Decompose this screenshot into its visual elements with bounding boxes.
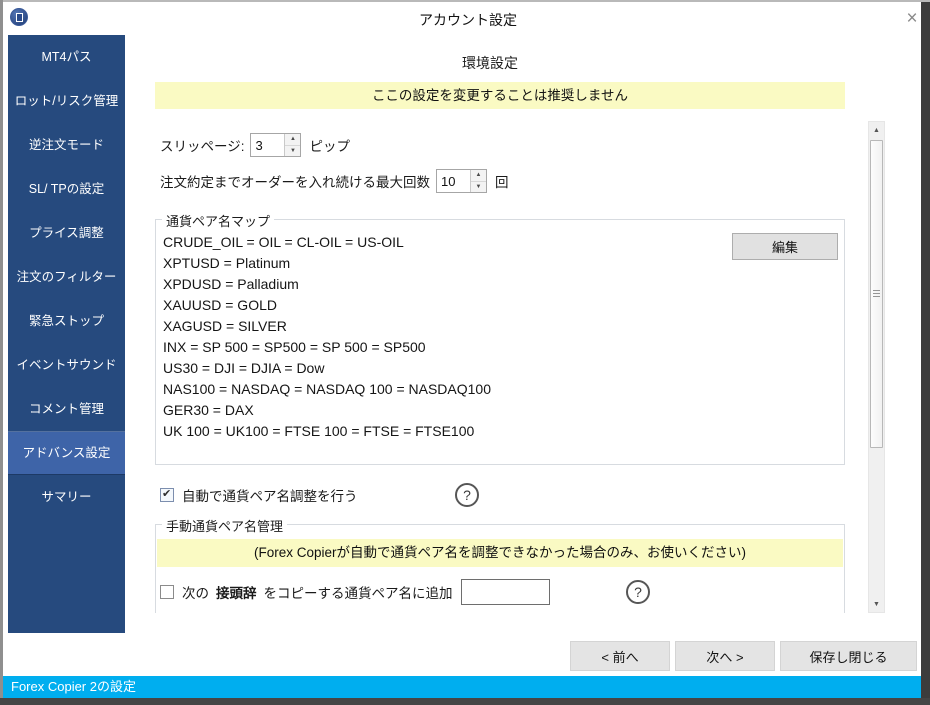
window-border-bottom — [0, 698, 930, 705]
account-settings-dialog: アカウント設定 × MT4パス ロット/リスク管理 逆注文モード SL/ TPの… — [0, 0, 930, 705]
previous-button[interactable]: < 前へ — [570, 641, 670, 671]
max-attempts-row: 注文約定までオーダーを入れ続ける最大回数 ▲ ▼ 回 — [160, 169, 509, 193]
pair-map-entry: INX = SP 500 = SP500 = SP 500 = SP500 — [163, 339, 426, 355]
manual-pair-note: (Forex Copierが自動で通貨ペア名を調整できなかった場合のみ、お使いく… — [157, 539, 843, 567]
pair-map-groupbox: 通貨ペア名マップ CRUDE_OIL = OIL = CL-OIL = US-O… — [155, 211, 845, 465]
auto-adjust-label: 自動で通貨ペア名調整を行う — [182, 488, 358, 504]
manual-pair-title: 手動通貨ペア名管理 — [162, 516, 288, 535]
slippage-down-icon[interactable]: ▼ — [285, 145, 301, 156]
slippage-label: スリッページ: — [160, 139, 245, 154]
scroll-down-icon[interactable]: ▼ — [869, 596, 884, 612]
warning-banner: ここの設定を変更することは推奨しません — [155, 82, 845, 109]
pair-map-entry: XPDUSD = Palladium — [163, 276, 299, 292]
section-heading: 環境設定 — [462, 55, 518, 71]
pair-map-entry: XAUUSD = GOLD — [163, 297, 277, 313]
slippage-unit: ピップ — [309, 139, 350, 154]
sidebar-item-mt4-path[interactable]: MT4パス — [8, 35, 125, 79]
slippage-row: スリッページ: ▲ ▼ ピップ — [160, 133, 350, 157]
sidebar-item-comment-mgmt[interactable]: コメント管理 — [8, 387, 125, 431]
sidebar-item-order-filter[interactable]: 注文のフィルター — [8, 255, 125, 299]
pair-map-entry: CRUDE_OIL = OIL = CL-OIL = US-OIL — [163, 234, 404, 250]
prefix-row: 次の 接頭辞 をコピーする通貨ペア名に追加 — [160, 578, 550, 606]
sidebar-item-summary[interactable]: サマリー — [8, 475, 125, 519]
window-border-left — [0, 0, 3, 705]
auto-adjust-checkbox[interactable] — [160, 487, 174, 502]
max-attempts-input[interactable] — [437, 170, 470, 192]
slippage-stepper: ▲ ▼ — [250, 133, 302, 157]
scrollbar-grip — [873, 290, 880, 297]
prefix-label-bold: 接頭辞 — [216, 586, 257, 601]
prefix-label-after: をコピーする通貨ペア名に追加 — [263, 586, 453, 601]
sidebar-item-lot-risk[interactable]: ロット/リスク管理 — [8, 79, 125, 123]
max-attempts-down-icon[interactable]: ▼ — [471, 181, 486, 192]
pair-map-entry: NAS100 = NASDAQ = NASDAQ 100 = NASDAQ100 — [163, 381, 491, 397]
window-border-right — [921, 2, 930, 705]
settings-sidebar: MT4パス ロット/リスク管理 逆注文モード SL/ TPの設定 プライス調整 … — [8, 35, 125, 633]
pair-map-list: CRUDE_OIL = OIL = CL-OIL = US-OIL XPTUSD… — [163, 232, 491, 442]
sidebar-item-advanced-settings[interactable]: アドバンス設定 — [8, 431, 125, 475]
prefix-label-before: 次の — [182, 586, 209, 601]
save-close-button[interactable]: 保存し閉じる — [780, 641, 917, 671]
dialog-title: アカウント設定 — [419, 12, 517, 28]
pair-map-entry: XAGUSD = SILVER — [163, 318, 287, 334]
window-border-top — [0, 0, 930, 2]
sidebar-item-emergency-stop[interactable]: 緊急ストップ — [8, 299, 125, 343]
max-attempts-label: 注文約定までオーダーを入れ続ける最大回数 — [160, 175, 430, 190]
edit-button[interactable]: 編集 — [732, 233, 838, 260]
sidebar-item-event-sound[interactable]: イベントサウンド — [8, 343, 125, 387]
auto-adjust-help-icon[interactable]: ? — [455, 483, 479, 507]
slippage-input[interactable] — [251, 134, 285, 156]
max-attempts-unit: 回 — [495, 175, 509, 190]
title-bar: アカウント設定 × — [3, 2, 921, 35]
pair-map-entry: US30 = DJI = DJIA = Dow — [163, 360, 325, 376]
scrollbar-thumb[interactable] — [870, 140, 883, 448]
max-attempts-stepper: ▲ ▼ — [436, 169, 487, 193]
sidebar-item-price-adjust[interactable]: プライス調整 — [8, 211, 125, 255]
prefix-input[interactable] — [460, 579, 550, 605]
max-attempts-up-icon[interactable]: ▲ — [471, 170, 486, 182]
auto-adjust-row: 自動で通貨ペア名調整を行う — [160, 482, 358, 507]
sidebar-item-sl-tp[interactable]: SL/ TPの設定 — [8, 167, 125, 211]
vertical-scrollbar[interactable]: ▲ ▼ — [868, 121, 885, 613]
pair-map-entry: GER30 = DAX — [163, 402, 254, 418]
pair-map-title: 通貨ペア名マップ — [162, 211, 275, 230]
status-bar: Forex Copier 2の設定 — [3, 676, 921, 698]
next-button[interactable]: 次へ > — [675, 641, 775, 671]
pair-map-entry: UK 100 = UK100 = FTSE 100 = FTSE = FTSE1… — [163, 423, 475, 439]
slippage-up-icon[interactable]: ▲ — [285, 134, 301, 146]
pair-map-entry: XPTUSD = Platinum — [163, 255, 291, 271]
scroll-up-icon[interactable]: ▲ — [869, 122, 884, 138]
sidebar-item-reverse-order[interactable]: 逆注文モード — [8, 123, 125, 167]
prefix-help-icon[interactable]: ? — [626, 580, 650, 604]
prefix-checkbox[interactable] — [160, 585, 174, 599]
